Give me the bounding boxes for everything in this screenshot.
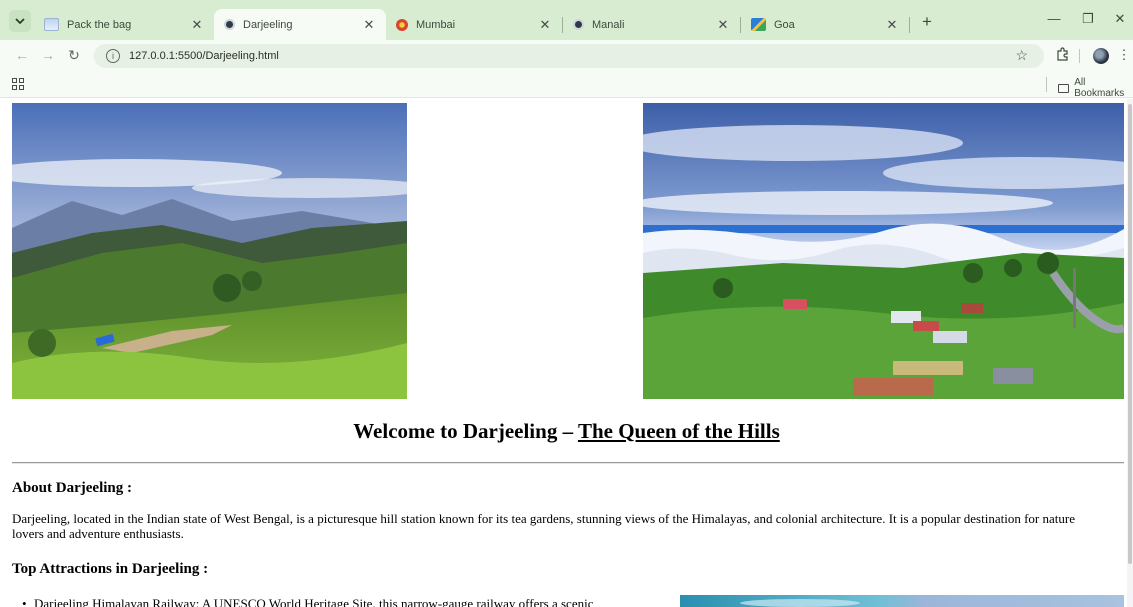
folder-icon (1058, 83, 1070, 93)
close-icon[interactable]: ✕ (716, 17, 730, 33)
tab-title: Pack the bag (67, 18, 132, 31)
attractions-heading: Top Attractions in Darjeeling : (12, 561, 209, 577)
about-paragraph: Darjeeling, located in the Indian state … (12, 511, 1075, 541)
page-title-subtitle: The Queen of the Hills (577, 419, 780, 443)
puzzle-icon (1056, 47, 1068, 61)
minimize-button[interactable]: — (1046, 11, 1062, 26)
darjeeling-railway-image (680, 595, 1124, 607)
attractions-list: Darjeeling Himalayan Railway: A UNESCO W… (22, 596, 682, 607)
darjeeling-tea-garden-image (12, 103, 407, 399)
new-tab-button[interactable]: + (918, 12, 936, 32)
back-button[interactable]: ← (14, 47, 30, 63)
globe-icon (573, 19, 584, 30)
forward-button[interactable]: → (40, 47, 56, 63)
tab-title: Manali (592, 18, 625, 31)
tab-title: Mumbai (416, 18, 456, 31)
about-heading: About Darjeeling : (12, 480, 132, 496)
globe-icon (224, 19, 235, 30)
divider (12, 462, 1124, 464)
page-title: Welcome to Darjeeling – The Queen of the… (0, 419, 1133, 444)
close-icon[interactable]: ✕ (362, 17, 376, 33)
cloud-icon (44, 18, 59, 31)
all-bookmarks-button[interactable]: All Bookmarks (1058, 77, 1133, 99)
tab-manali[interactable]: Manali ✕ (563, 9, 740, 40)
window-close-button[interactable]: ✕ (1112, 11, 1128, 27)
bookmarks-separator (1046, 77, 1047, 92)
tab-search-button[interactable] (9, 10, 31, 32)
extensions-icon[interactable] (1054, 47, 1070, 64)
close-icon[interactable]: ✕ (538, 17, 552, 33)
tab-pack-the-bag[interactable]: Pack the bag ✕ (34, 9, 214, 40)
site-info-icon[interactable]: i (106, 49, 120, 63)
url-text[interactable]: 127.0.0.1:5500/Darjeeling.html (129, 50, 279, 62)
chevron-down-icon (15, 17, 25, 24)
page-title-main: Welcome to Darjeeling – (353, 419, 578, 443)
page-viewport: Welcome to Darjeeling – The Queen of the… (0, 99, 1133, 607)
tab-strip: Pack the bag ✕ Darjeeling ✕ Mumbai ✕ Man… (0, 0, 1133, 40)
bookmarks-bar: All Bookmarks (0, 72, 1133, 99)
apps-grid-icon[interactable] (12, 78, 24, 90)
bookmark-star-icon[interactable]: ☆ (1015, 47, 1028, 64)
restore-button[interactable]: ❐ (1080, 11, 1096, 27)
tab-separator (909, 17, 910, 33)
flower-icon (396, 18, 408, 31)
toolbar-separator (1079, 49, 1080, 63)
close-icon[interactable]: ✕ (885, 17, 899, 33)
list-item: Darjeeling Himalayan Railway: A UNESCO W… (22, 596, 682, 607)
all-bookmarks-label: All Bookmarks (1074, 77, 1125, 99)
menu-kebab-icon[interactable]: ⋮ (1116, 47, 1132, 63)
tab-title: Darjeeling (243, 18, 293, 31)
image-icon (751, 18, 766, 31)
tab-goa[interactable]: Goa ✕ (741, 9, 909, 40)
reload-button[interactable]: ↻ (66, 47, 82, 64)
profile-avatar[interactable] (1093, 48, 1109, 64)
close-icon[interactable]: ✕ (190, 17, 204, 33)
browser-toolbar: ← → ↻ i 127.0.0.1:5500/Darjeeling.html ☆… (0, 40, 1133, 72)
tab-mumbai[interactable]: Mumbai ✕ (386, 9, 562, 40)
darjeeling-town-image (643, 103, 1124, 399)
tab-darjeeling[interactable]: Darjeeling ✕ (214, 9, 386, 40)
scrollbar-thumb[interactable] (1128, 104, 1132, 564)
tab-title: Goa (774, 18, 795, 31)
address-bar[interactable]: i 127.0.0.1:5500/Darjeeling.html ☆ (94, 44, 1044, 68)
